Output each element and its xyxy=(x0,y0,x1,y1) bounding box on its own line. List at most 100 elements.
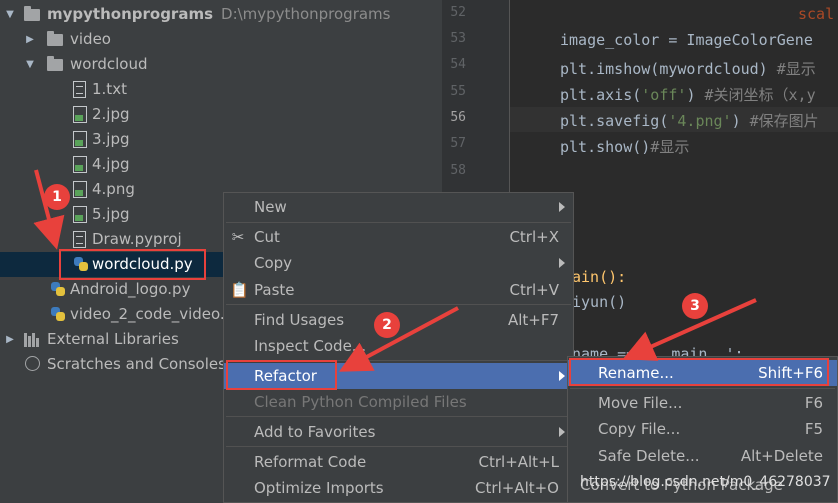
menu-item-shortcut: Ctrl+V xyxy=(509,281,559,299)
highlight-box-wordcloud-py xyxy=(59,249,206,280)
menu-item-shortcut: Alt+Delete xyxy=(740,447,823,465)
folder-icon xyxy=(47,56,63,71)
menu-item-add-favorites[interactable]: Add to Favorites xyxy=(224,419,573,445)
tree-item-label: Android_logo.py xyxy=(70,280,191,298)
submenu-arrow-icon xyxy=(559,258,565,268)
menu-item-paste[interactable]: 📋 Paste Ctrl+V xyxy=(224,277,573,303)
code-line[interactable]: plt.axis('off') #关闭坐标（x,y xyxy=(560,84,816,105)
menu-separator xyxy=(570,388,835,389)
code-comment: #显示 xyxy=(650,138,690,156)
menu-item-label: Cut xyxy=(254,228,280,246)
line-number: 52 xyxy=(450,5,466,20)
code-text: ) xyxy=(731,112,750,130)
expanded-arrow-icon[interactable]: ▼ xyxy=(4,2,16,27)
code-comment: #保存图片 xyxy=(749,112,819,130)
code-text: plt.savefig( xyxy=(560,112,669,130)
menu-separator xyxy=(226,304,571,305)
tree-item-label: Draw.pyproj xyxy=(92,230,182,248)
code-line[interactable]: plt.savefig('4.png') #保存图片 xyxy=(560,110,819,131)
menu-item-label: Inspect Code... xyxy=(254,337,367,355)
menu-item-label: Find Usages xyxy=(254,311,345,329)
project-name: mypythonprograms D:\mypythonprograms xyxy=(47,5,390,23)
code-text: plt.imshow(mywordcloud) xyxy=(560,60,777,78)
collapsed-arrow-icon[interactable]: ▶ xyxy=(24,27,36,52)
scissors-icon: ✂ xyxy=(231,228,245,246)
python-file-icon xyxy=(50,281,66,297)
tree-item-label: wordcloud xyxy=(70,55,148,73)
line-number: 53 xyxy=(450,31,466,46)
tree-item-label: 4.png xyxy=(92,180,135,198)
submenu-item-safe-delete[interactable]: Safe Delete... Alt+Delete xyxy=(568,443,837,469)
menu-item-shortcut: F6 xyxy=(804,394,823,412)
line-number: 57 xyxy=(450,136,466,151)
highlight-box-rename xyxy=(569,358,829,386)
image-file-icon xyxy=(73,156,87,173)
submenu-arrow-icon xyxy=(559,202,565,212)
line-number: 55 xyxy=(450,84,466,99)
menu-item-shortcut: Ctrl+Alt+O xyxy=(475,479,559,497)
code-line[interactable]: plt.imshow(mywordcloud) #显示 xyxy=(560,58,816,79)
menu-separator xyxy=(226,416,571,417)
menu-item-label: New xyxy=(254,198,287,216)
code-fragment[interactable]: ain(): xyxy=(572,268,626,286)
menu-item-inspect-code[interactable]: Inspect Code... xyxy=(224,333,573,359)
step-badge-3: 3 xyxy=(682,293,708,319)
image-file-icon xyxy=(73,206,87,223)
expanded-arrow-icon[interactable]: ▼ xyxy=(24,52,36,77)
tree-item-label: External Libraries xyxy=(47,330,179,348)
library-icon xyxy=(24,333,40,347)
tree-row-wordcloud[interactable]: ▼ wordcloud xyxy=(0,52,442,77)
folder-icon xyxy=(24,6,40,21)
menu-separator xyxy=(226,446,571,447)
clipboard-icon: 📋 xyxy=(230,281,249,299)
menu-item-label: Safe Delete... xyxy=(598,447,700,465)
image-file-icon xyxy=(73,131,87,148)
submenu-item-copy-file[interactable]: Copy File... F5 xyxy=(568,416,837,442)
collapsed-arrow-icon[interactable]: ▶ xyxy=(4,327,16,352)
code-comment: #显示 xyxy=(776,60,816,78)
tree-row-project-root[interactable]: ▼ mypythonprograms D:\mypythonprograms xyxy=(0,2,442,27)
menu-item-cut[interactable]: ✂ Cut Ctrl+X xyxy=(224,224,573,250)
project-name-text: mypythonprograms xyxy=(47,5,214,23)
menu-item-label: Add to Favorites xyxy=(254,423,376,441)
code-comment: #关闭坐标（x,y xyxy=(704,86,816,104)
scratches-icon xyxy=(25,356,40,371)
menu-item-copy[interactable]: Copy xyxy=(224,250,573,276)
tree-item-label: Scratches and Consoles xyxy=(47,355,226,373)
image-file-icon xyxy=(73,106,87,123)
watermark: https://blog.csdn.net/m0_46278037 xyxy=(580,474,831,490)
line-number: 58 xyxy=(450,163,466,178)
submenu-item-move-file[interactable]: Move File... F6 xyxy=(568,390,837,416)
tree-row-4-jpg[interactable]: 4.jpg xyxy=(0,152,442,177)
code-line[interactable]: plt.show()#显示 xyxy=(560,136,689,157)
tree-item-label: 4.jpg xyxy=(92,155,130,173)
menu-item-reformat-code[interactable]: Reformat Code Ctrl+Alt+L xyxy=(224,449,573,475)
project-path: D:\mypythonprograms xyxy=(221,5,391,23)
tree-item-label: 1.txt xyxy=(92,80,127,98)
image-file-icon xyxy=(73,181,87,198)
code-text: plt.show() xyxy=(560,138,651,156)
tree-item-label: video xyxy=(70,30,111,48)
tree-row-1-txt[interactable]: 1.txt xyxy=(0,77,442,102)
code-line[interactable]: image_color = ImageColorGene xyxy=(560,31,813,49)
tree-row-video[interactable]: ▶ video xyxy=(0,27,442,52)
code-fragment[interactable]: iyun() xyxy=(572,293,626,311)
code-function-def: ain(): xyxy=(572,268,627,286)
menu-item-new[interactable]: New xyxy=(224,194,573,220)
code-line[interactable]: scal xyxy=(798,5,834,23)
menu-separator xyxy=(226,222,571,223)
menu-item-label: Move File... xyxy=(598,394,683,412)
code-string: 'off' xyxy=(641,86,687,104)
menu-item-shortcut: F5 xyxy=(804,420,823,438)
tree-item-label: 5.jpg xyxy=(92,205,130,223)
menu-item-optimize-imports[interactable]: Optimize Imports Ctrl+Alt+O xyxy=(224,475,573,501)
tree-item-label: 3.jpg xyxy=(92,130,130,148)
tree-item-label: 2.jpg xyxy=(92,105,130,123)
highlight-box-refactor xyxy=(226,360,337,390)
tree-row-3-jpg[interactable]: 3.jpg xyxy=(0,127,442,152)
tree-row-2-jpg[interactable]: 2.jpg xyxy=(0,102,442,127)
code-string: '4.png' xyxy=(668,112,732,130)
python-file-icon xyxy=(50,306,66,322)
menu-item-label: Paste xyxy=(254,281,295,299)
menu-item-label: Clean Python Compiled Files xyxy=(254,393,467,411)
